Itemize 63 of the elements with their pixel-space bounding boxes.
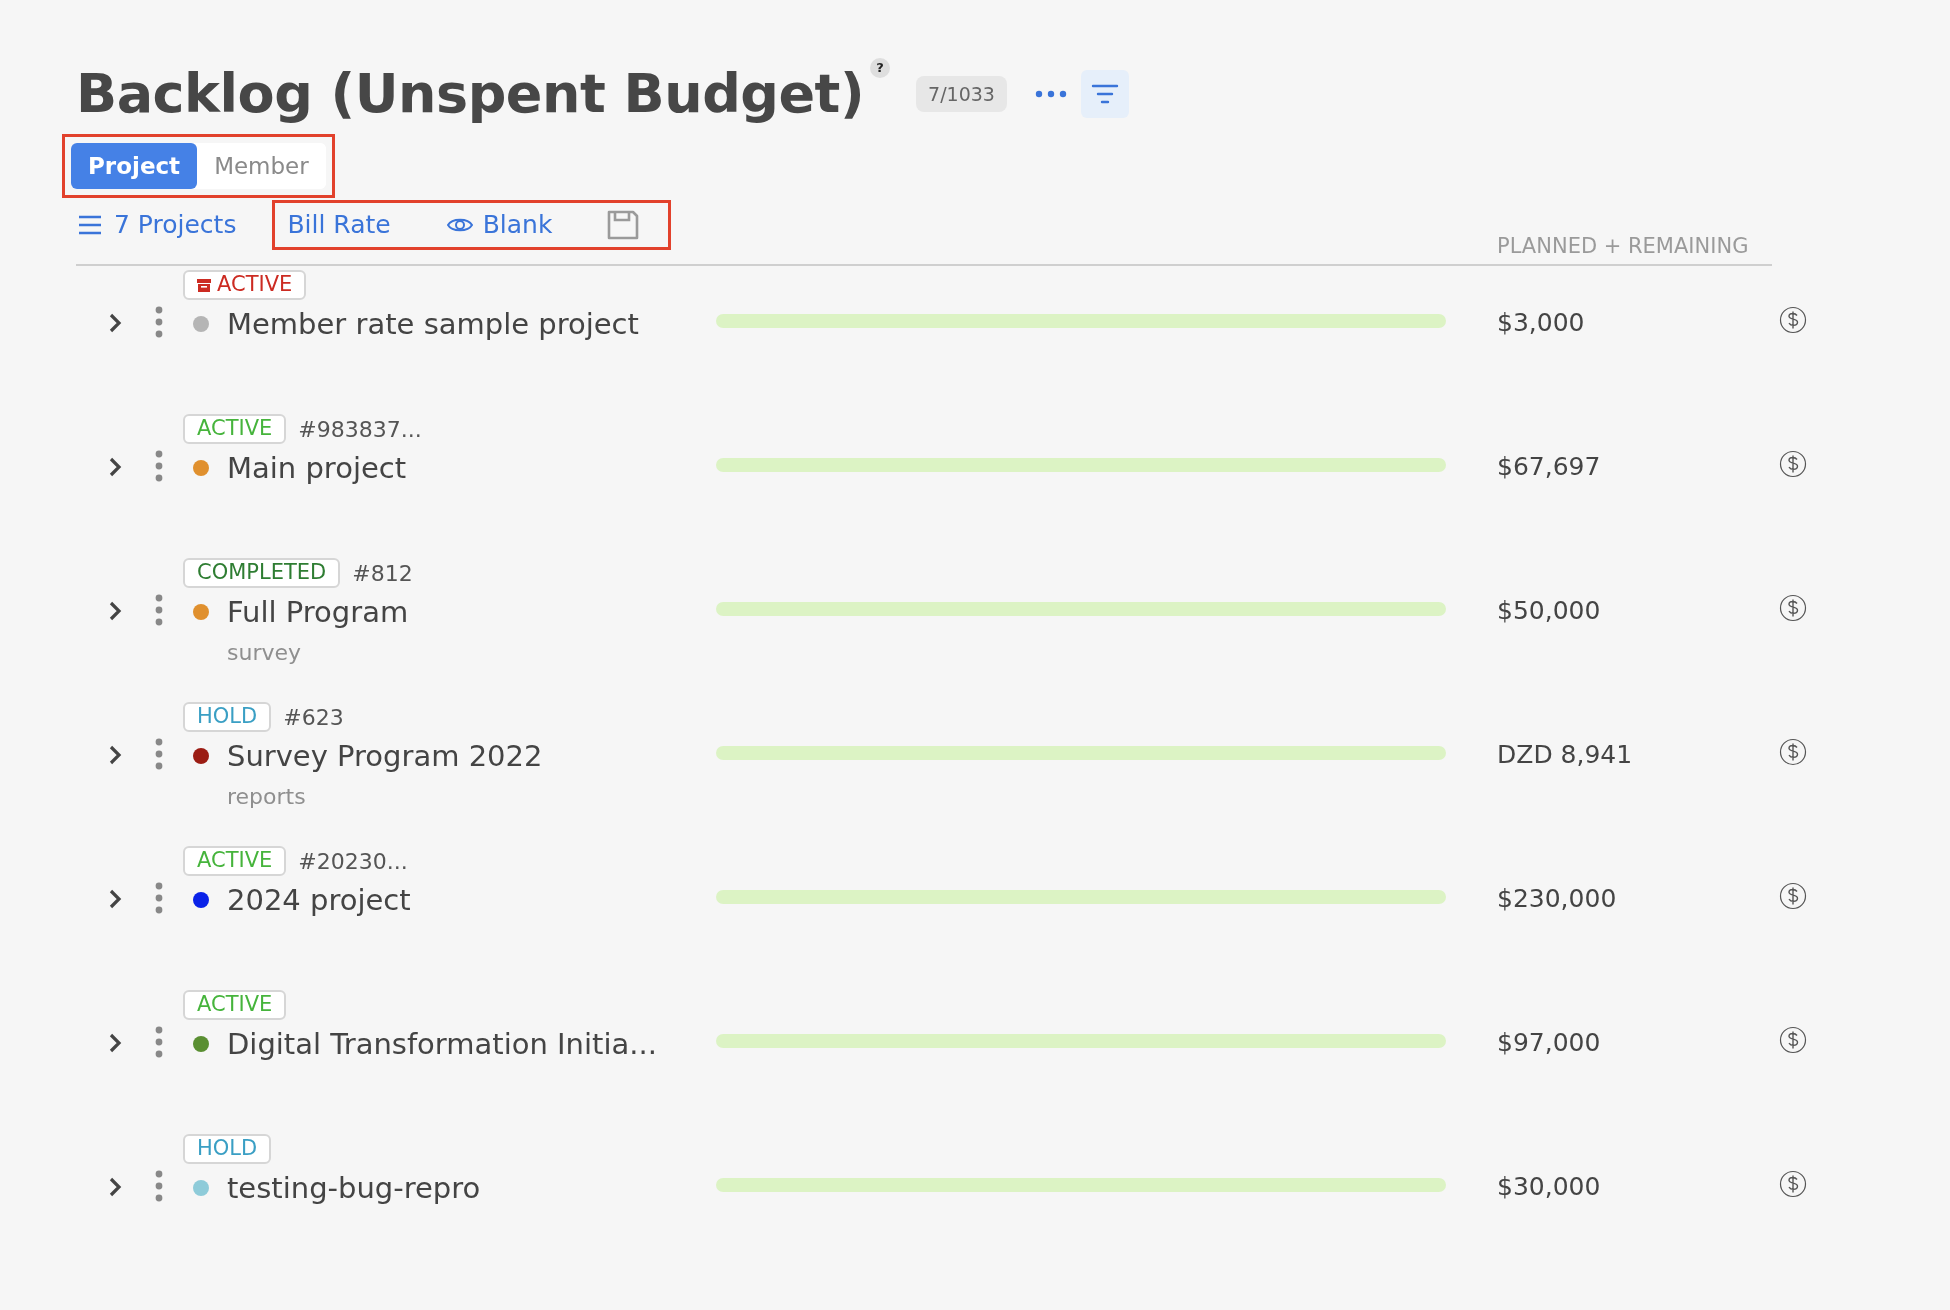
- project-subtitle: reports: [227, 783, 306, 811]
- list-icon: [78, 215, 102, 235]
- expand-chevron-icon[interactable]: [108, 456, 122, 478]
- row-menu-icon[interactable]: [155, 450, 163, 482]
- project-name[interactable]: Digital Transformation Initia...: [227, 1024, 657, 1064]
- amount-value: $230,000: [1497, 883, 1618, 915]
- project-name[interactable]: Main project: [227, 448, 407, 488]
- eye-icon: [446, 216, 473, 234]
- project-number: #623: [283, 703, 344, 732]
- row-menu-icon[interactable]: [155, 1170, 163, 1202]
- dollar-icon[interactable]: [1779, 738, 1807, 766]
- project-name[interactable]: Member rate sample project: [227, 304, 639, 344]
- status-tag: ACTIVE: [183, 990, 287, 1020]
- amount-value: $50,000: [1497, 595, 1602, 627]
- view-tab[interactable]: Project: [71, 143, 198, 189]
- dollar-icon[interactable]: [1779, 882, 1807, 910]
- save-icon[interactable]: [606, 209, 641, 241]
- filter-button[interactable]: [1080, 70, 1129, 118]
- bill-rate-button[interactable]: Bill Rate: [287, 206, 391, 244]
- more-icon[interactable]: [1034, 90, 1067, 98]
- status-tag: ACTIVE: [183, 414, 287, 444]
- project-number: #983837...: [298, 415, 422, 444]
- row-menu-icon[interactable]: [155, 1026, 163, 1058]
- project-name[interactable]: 2024 project: [227, 880, 411, 920]
- page-title: Backlog (Unspent Budget): [76, 62, 865, 126]
- row-menu-icon[interactable]: [155, 882, 163, 914]
- archive-icon: [197, 278, 211, 292]
- row-menu-icon[interactable]: [155, 306, 163, 338]
- project-number: #20230...: [298, 847, 408, 876]
- view-button[interactable]: Blank: [446, 206, 553, 244]
- dollar-icon[interactable]: [1779, 450, 1807, 478]
- expand-chevron-icon[interactable]: [108, 744, 122, 766]
- project-name[interactable]: testing-bug-repro: [227, 1168, 481, 1208]
- amount-value: $30,000: [1497, 1171, 1602, 1203]
- help-icon[interactable]: ?: [870, 58, 891, 78]
- amount-value: $3,000: [1497, 307, 1586, 339]
- dollar-icon[interactable]: [1779, 594, 1807, 622]
- status-tag: HOLD: [183, 702, 272, 732]
- row-menu-icon[interactable]: [155, 738, 163, 770]
- expand-chevron-icon[interactable]: [108, 1176, 122, 1198]
- expand-chevron-icon[interactable]: [108, 888, 122, 910]
- filter-icon[interactable]: [1090, 83, 1119, 105]
- project-name[interactable]: Survey Program 2022: [227, 736, 543, 776]
- count-badge: 7/1033: [916, 76, 1007, 112]
- project-number: #812: [352, 559, 413, 588]
- status-tag: HOLD: [183, 1134, 272, 1164]
- amount-value: $67,697: [1497, 451, 1602, 483]
- expand-chevron-icon[interactable]: [108, 312, 122, 334]
- projects-list-button[interactable]: 7 Projects: [62, 206, 237, 244]
- status-tag: COMPLETED: [183, 558, 341, 588]
- column-header: PLANNED + REMAINING: [1497, 232, 1749, 260]
- project-name[interactable]: Full Program: [227, 592, 409, 632]
- expand-chevron-icon[interactable]: [108, 600, 122, 622]
- row-menu-icon[interactable]: [155, 594, 163, 626]
- expand-chevron-icon[interactable]: [108, 1032, 122, 1054]
- dollar-icon[interactable]: [1779, 1026, 1807, 1054]
- status-tag: ACTIVE: [183, 270, 307, 300]
- amount-value: DZD 8,941: [1497, 739, 1634, 771]
- amount-value: $97,000: [1497, 1027, 1602, 1059]
- status-tag: ACTIVE: [183, 846, 287, 876]
- project-subtitle: survey: [227, 639, 302, 667]
- dollar-icon[interactable]: [1779, 306, 1807, 334]
- dollar-icon[interactable]: [1779, 1170, 1807, 1198]
